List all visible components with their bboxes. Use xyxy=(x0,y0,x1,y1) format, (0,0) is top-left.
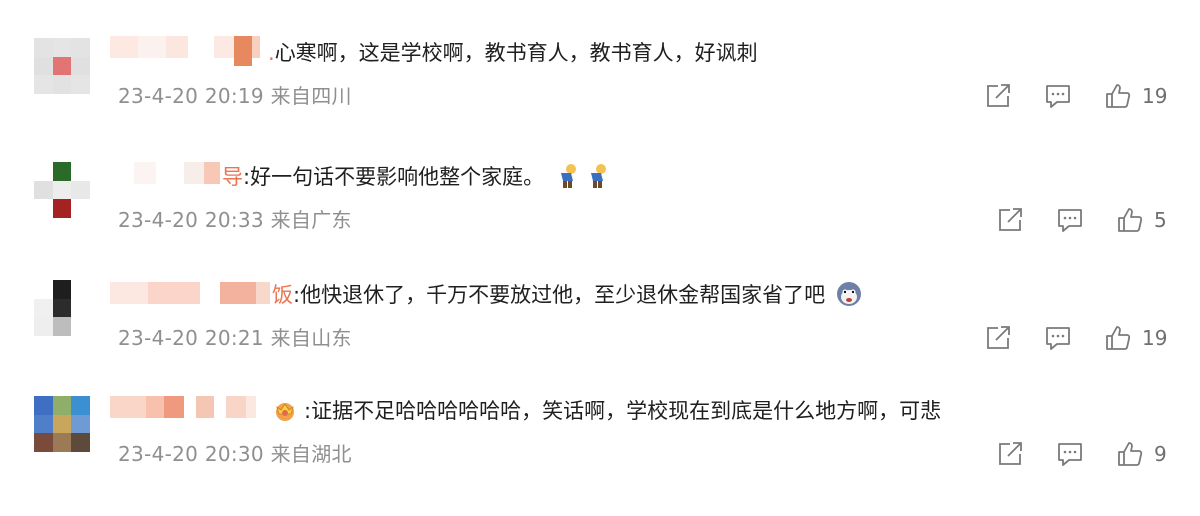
like-count: 19 xyxy=(1142,84,1168,108)
comment-text: .心寒啊，这是学校啊，教书育人，教书育人，好讽刺 xyxy=(268,41,758,65)
thumbs-up-icon xyxy=(1118,208,1143,232)
share-button[interactable] xyxy=(984,82,1014,110)
thumbs-up-icon xyxy=(1106,84,1131,108)
comment-icon xyxy=(1046,327,1070,350)
share-icon xyxy=(987,84,1010,107)
bowing-man-emoji xyxy=(560,164,576,188)
comment-location: 来自四川 xyxy=(270,84,352,108)
comment-item: :证据不足哈哈哈哈哈哈，笑话啊，学校现在到底是什么地方啊，可悲 23-4-20 … xyxy=(0,396,1200,516)
comment-text: 饭:他快退休了，千万不要放过他，至少退休金帮国家省了吧 xyxy=(272,280,862,310)
like-button[interactable]: 19 xyxy=(1104,324,1167,352)
comment-button[interactable] xyxy=(1044,82,1074,110)
like-button[interactable]: 5 xyxy=(1116,206,1167,234)
username-blurred[interactable] xyxy=(110,36,260,66)
comment-time: 23-4-20 20:21 xyxy=(118,326,264,350)
comment-button[interactable] xyxy=(1056,206,1086,234)
username-blurred[interactable] xyxy=(110,396,256,418)
comment-location: 来自湖北 xyxy=(270,442,352,466)
comment-location: 来自广东 xyxy=(270,208,352,232)
comment-time: 23-4-20 20:33 xyxy=(118,208,264,232)
comment-location: 来自山东 xyxy=(270,326,352,350)
username-blurred[interactable] xyxy=(110,282,270,304)
like-count: 5 xyxy=(1154,208,1167,232)
comment-icon xyxy=(1058,443,1082,466)
share-icon xyxy=(987,326,1010,349)
comment-button[interactable] xyxy=(1044,324,1074,352)
username-blurred[interactable] xyxy=(134,162,220,184)
comment-text: 导:好一句话不要影响他整个家庭。 xyxy=(222,162,611,192)
avatar[interactable] xyxy=(34,38,90,94)
like-button[interactable]: 9 xyxy=(1116,440,1167,468)
like-count: 9 xyxy=(1154,442,1167,466)
comment-meta: 23-4-20 20:19 来自四川 xyxy=(118,82,352,110)
comment-item: 导:好一句话不要影响他整个家庭。 23-4-20 20:33 来自广东 5 xyxy=(0,162,1200,282)
thumbs-up-icon xyxy=(1118,442,1143,466)
comment-time: 23-4-20 20:30 xyxy=(118,442,264,466)
comment-meta: 23-4-20 20:30 来自湖北 xyxy=(118,440,352,468)
share-button[interactable] xyxy=(996,440,1026,468)
comment-icon xyxy=(1058,209,1082,232)
comment-button[interactable] xyxy=(1056,440,1086,468)
comment-text: :证据不足哈哈哈哈哈哈，笑话啊，学校现在到底是什么地方啊，可悲 xyxy=(272,396,941,426)
crown-badge-emoji xyxy=(276,403,294,421)
username-tail[interactable]: 饭 xyxy=(272,283,293,307)
username-tail[interactable]: . xyxy=(268,41,275,65)
share-icon xyxy=(999,442,1022,465)
avatar[interactable] xyxy=(34,280,90,336)
angry-dog-emoji xyxy=(836,282,861,306)
bowing-man-emoji xyxy=(590,164,606,188)
avatar[interactable] xyxy=(34,396,90,452)
username-tail[interactable]: 导 xyxy=(222,165,243,189)
comment-item: .心寒啊，这是学校啊，教书育人，教书育人，好讽刺 23-4-20 20:19 来… xyxy=(0,36,1200,158)
share-button[interactable] xyxy=(984,324,1014,352)
comment-icon xyxy=(1046,85,1070,108)
share-icon xyxy=(999,208,1022,231)
comment-item: 饭:他快退休了，千万不要放过他，至少退休金帮国家省了吧 23-4-20 20:2… xyxy=(0,280,1200,400)
share-button[interactable] xyxy=(996,206,1026,234)
avatar[interactable] xyxy=(34,162,90,218)
comment-meta: 23-4-20 20:21 来自山东 xyxy=(118,324,352,352)
comment-meta: 23-4-20 20:33 来自广东 xyxy=(118,206,352,234)
like-count: 19 xyxy=(1142,326,1168,350)
like-button[interactable]: 19 xyxy=(1104,82,1167,110)
thumbs-up-icon xyxy=(1106,326,1131,350)
comment-time: 23-4-20 20:19 xyxy=(118,84,264,108)
